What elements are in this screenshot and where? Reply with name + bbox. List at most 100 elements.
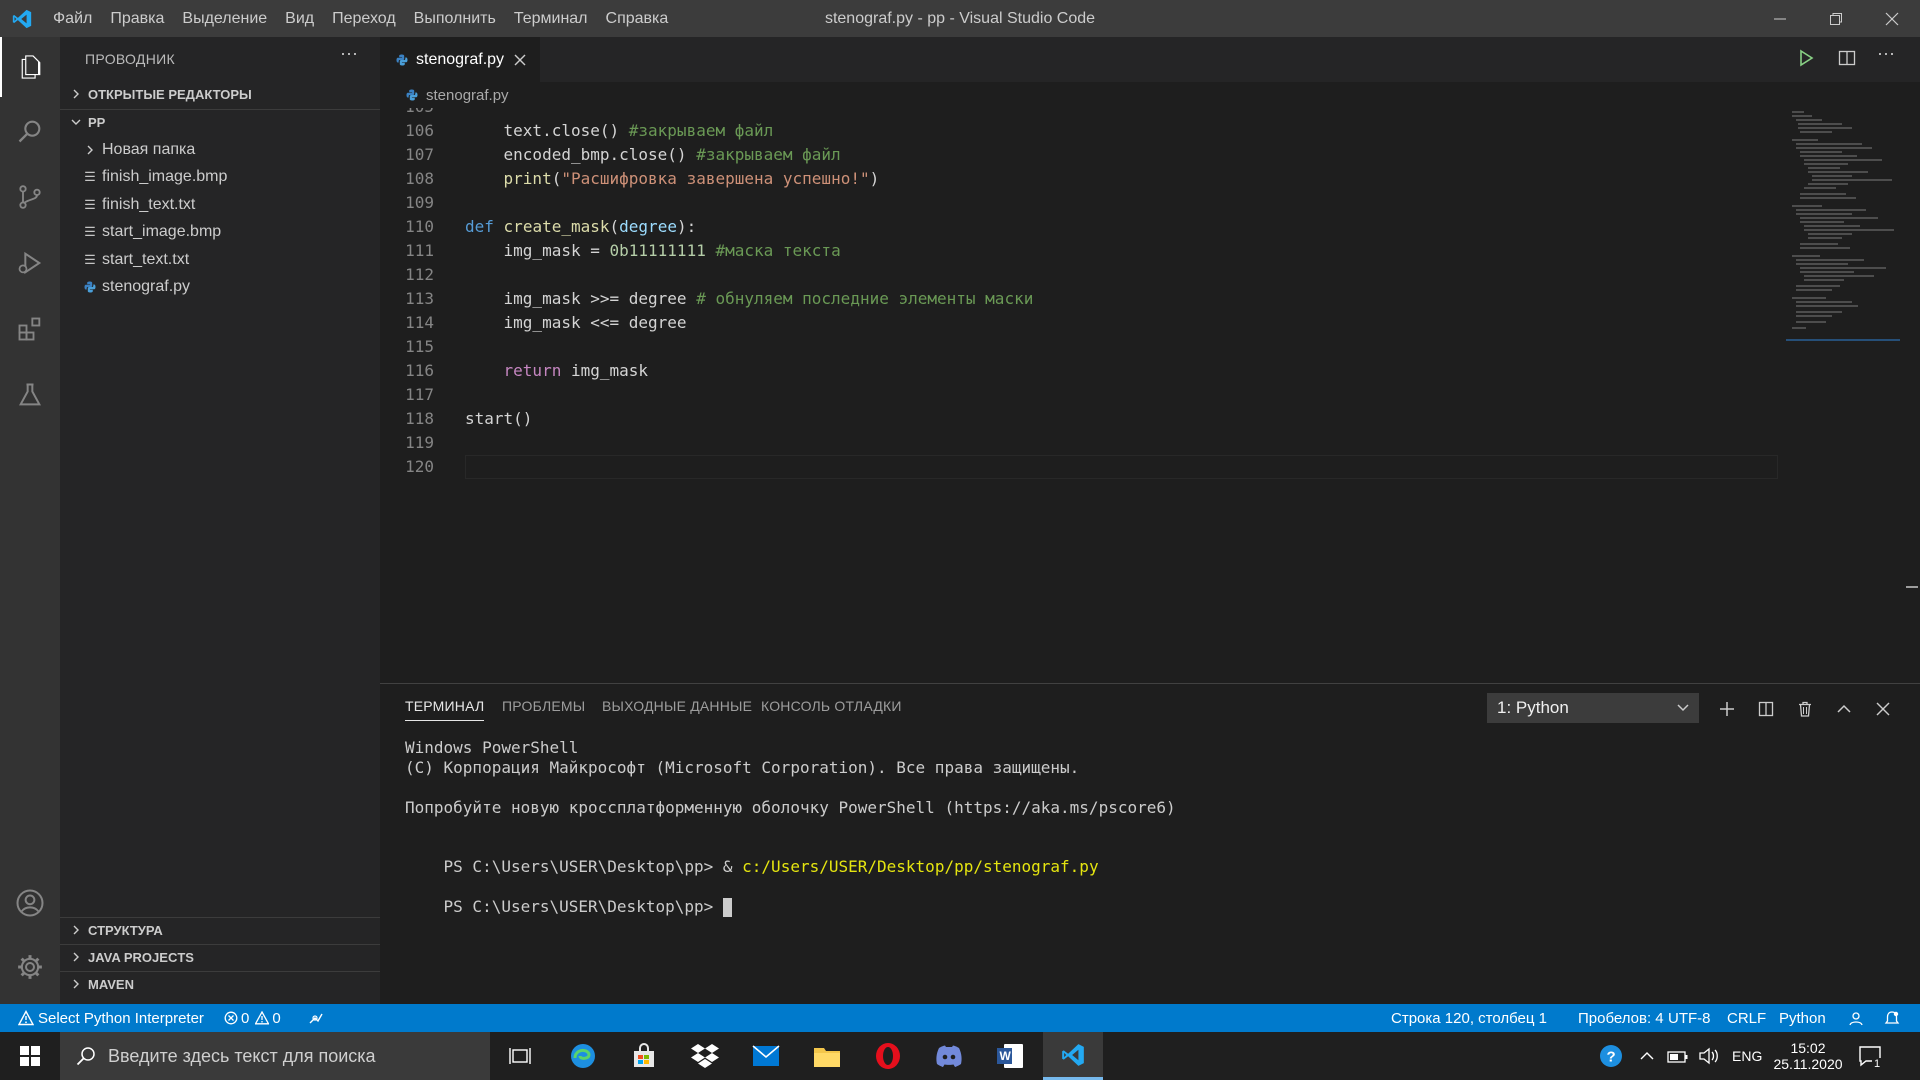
accounts-icon[interactable]: [0, 873, 60, 933]
menu-go[interactable]: Переход: [323, 0, 405, 37]
tab-label: stenograf.py: [416, 50, 505, 68]
windows-start-icon[interactable]: [0, 1032, 60, 1080]
section-maven[interactable]: MAVEN: [60, 971, 380, 997]
terminal-select[interactable]: 1: Python: [1487, 693, 1699, 723]
tree-file-start-image[interactable]: ☰ start_image.bmp: [60, 218, 380, 245]
terminal-prompt-line[interactable]: PS C:\Users\USER\Desktop\pp>: [405, 878, 732, 936]
code-line[interactable]: 120: [380, 455, 1778, 479]
task-view-icon[interactable]: [490, 1032, 550, 1080]
encoding[interactable]: UTF-8: [1668, 1004, 1711, 1032]
tree-file-finish-image[interactable]: ☰ finish_image.bmp: [60, 163, 380, 190]
help-icon[interactable]: ?: [1598, 1032, 1624, 1080]
section-outline[interactable]: СТРУКТУРА: [60, 917, 380, 943]
restore-button[interactable]: [1808, 0, 1864, 37]
tab-debug-console[interactable]: КОНСОЛЬ ОТЛАДКИ: [761, 698, 902, 714]
code-line[interactable]: 119: [380, 431, 1778, 455]
new-terminal-button[interactable]: [1712, 694, 1742, 724]
vscode-taskbar-icon[interactable]: [1043, 1032, 1103, 1080]
tree-file-start-text[interactable]: ☰ start_text.txt: [60, 246, 380, 273]
volume-icon[interactable]: [1698, 1032, 1720, 1080]
code-line[interactable]: 106 text.close() #закрываем файл: [380, 119, 1778, 143]
opera-browser-icon[interactable]: [858, 1032, 918, 1080]
menu-file[interactable]: Файл: [44, 0, 101, 37]
code-line[interactable]: 118 start(): [380, 407, 1778, 431]
code-line[interactable]: 116 return img_mask: [380, 359, 1778, 383]
close-window-button[interactable]: [1864, 0, 1920, 37]
tree-file-stenograf[interactable]: stenograf.py: [60, 273, 380, 300]
menu-help[interactable]: Справка: [597, 0, 678, 37]
section-folder-pp[interactable]: PP: [60, 109, 380, 135]
language-indicator[interactable]: ENG: [1732, 1032, 1762, 1080]
taskbar-search-box[interactable]: Введите здесь текст для поиска: [60, 1032, 490, 1080]
split-editor-button[interactable]: [1838, 49, 1856, 72]
battery-icon[interactable]: [1667, 1032, 1689, 1080]
code-editor[interactable]: 105106 text.close() #закрываем файл107 e…: [380, 108, 1778, 683]
notification-center-icon[interactable]: 1: [1858, 1032, 1883, 1080]
run-file-button[interactable]: [1797, 49, 1815, 72]
tree-folder-new[interactable]: Новая папка: [60, 136, 380, 163]
live-share-icon[interactable]: [308, 1004, 324, 1032]
notifications-bell-icon[interactable]: [1884, 1004, 1900, 1032]
menu-run[interactable]: Выполнить: [405, 0, 505, 37]
close-panel-button[interactable]: [1868, 694, 1898, 724]
maximize-panel-chevron-up-icon[interactable]: [1829, 694, 1859, 724]
code-token: img_mask <<= degree: [465, 313, 687, 332]
kill-terminal-trash-icon[interactable]: [1790, 694, 1820, 724]
discord-icon[interactable]: [919, 1032, 979, 1080]
source-control-icon[interactable]: [0, 167, 60, 227]
section-open-editors[interactable]: ОТКРЫТЫЕ РЕДАКТОРЫ: [60, 81, 380, 107]
minimize-button[interactable]: [1752, 0, 1808, 37]
tab-output[interactable]: ВЫХОДНЫЕ ДАННЫЕ: [602, 698, 752, 714]
tab-stenograf[interactable]: stenograf.py: [380, 37, 540, 82]
menu-selection[interactable]: Выделение: [173, 0, 276, 37]
code-line[interactable]: 112: [380, 263, 1778, 287]
file-explorer-icon[interactable]: [797, 1032, 857, 1080]
dropbox-icon[interactable]: [675, 1032, 735, 1080]
settings-gear-icon[interactable]: [0, 937, 60, 997]
search-icon[interactable]: [0, 101, 60, 161]
extensions-icon[interactable]: [0, 299, 60, 359]
tab-problems[interactable]: ПРОБЛЕМЫ: [502, 698, 585, 714]
python-icon: [396, 54, 408, 66]
tab-terminal[interactable]: ТЕРМИНАЛ: [405, 698, 485, 721]
editor-scrollbar[interactable]: [1904, 108, 1920, 683]
editor-more-button[interactable]: ···: [1877, 43, 1895, 64]
code-line[interactable]: 110 def create_mask(degree):: [380, 215, 1778, 239]
language-mode[interactable]: Python: [1779, 1004, 1826, 1032]
testing-flask-icon[interactable]: [0, 365, 60, 425]
close-tab-icon[interactable]: [514, 54, 526, 66]
split-terminal-button[interactable]: [1751, 694, 1781, 724]
code-line[interactable]: 113 img_mask >>= degree # обнуляем после…: [380, 287, 1778, 311]
breadcrumb-file[interactable]: stenograf.py: [426, 87, 509, 104]
edge-browser-icon[interactable]: [553, 1032, 613, 1080]
code-line[interactable]: 108 print("Расшифровка завершена успешно…: [380, 167, 1778, 191]
code-line[interactable]: 105: [380, 108, 1778, 119]
mail-icon[interactable]: [736, 1032, 796, 1080]
menu-terminal[interactable]: Терминал: [505, 0, 597, 37]
feedback-icon[interactable]: [1848, 1004, 1864, 1032]
microsoft-store-icon[interactable]: [614, 1032, 674, 1080]
explorer-icon[interactable]: [0, 37, 60, 97]
run-debug-icon[interactable]: [0, 233, 60, 293]
code-line[interactable]: 109: [380, 191, 1778, 215]
problems-status[interactable]: 0 0: [224, 1004, 281, 1032]
minimap[interactable]: [1782, 108, 1904, 683]
code-line[interactable]: 115: [380, 335, 1778, 359]
word-icon[interactable]: W: [980, 1032, 1040, 1080]
tray-chevron-up-icon[interactable]: [1640, 1032, 1654, 1080]
end-of-line[interactable]: CRLF: [1727, 1004, 1766, 1032]
code-line[interactable]: 114 img_mask <<= degree: [380, 311, 1778, 335]
more-actions-button[interactable]: ···: [340, 43, 358, 64]
menu-view[interactable]: Вид: [276, 0, 323, 37]
tree-file-finish-text[interactable]: ☰ finish_text.txt: [60, 191, 380, 218]
section-java-projects[interactable]: JAVA PROJECTS: [60, 944, 380, 970]
menu-edit[interactable]: Правка: [101, 0, 173, 37]
code-line[interactable]: 111 img_mask = 0b11111111 #маска текста: [380, 239, 1778, 263]
indentation[interactable]: Пробелов: 4: [1578, 1004, 1664, 1032]
code-text: start(): [465, 407, 532, 431]
select-interpreter-button[interactable]: Select Python Interpreter: [18, 1004, 204, 1032]
code-line[interactable]: 117: [380, 383, 1778, 407]
code-line[interactable]: 107 encoded_bmp.close() #закрываем файл: [380, 143, 1778, 167]
clock[interactable]: 15:02 25.11.2020: [1773, 1032, 1842, 1080]
cursor-position[interactable]: Строка 120, столбец 1: [1391, 1004, 1547, 1032]
